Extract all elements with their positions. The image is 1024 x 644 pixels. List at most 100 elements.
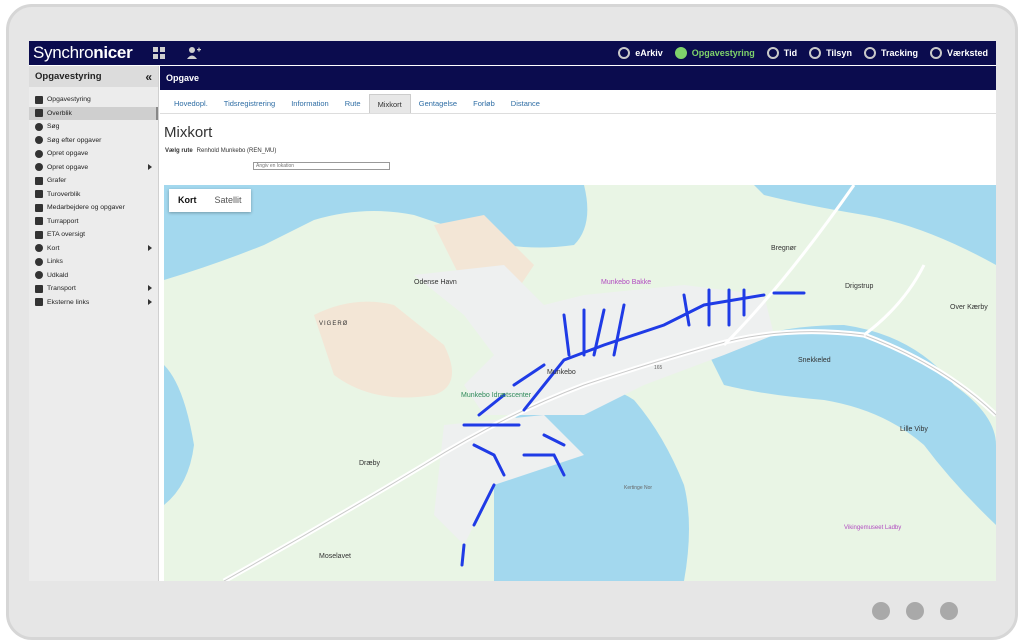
- link-icon: [35, 257, 43, 266]
- task-icon: [674, 47, 687, 59]
- nav-label: Opgavestyring: [691, 48, 755, 58]
- odense-fjord-water: [709, 325, 996, 525]
- nav-opgavestyring[interactable]: Opgavestyring: [674, 47, 755, 59]
- sidebar-item-medarbejdere[interactable]: Medarbejdere og opgaver: [29, 201, 158, 215]
- plus-circle-icon: [35, 149, 43, 158]
- sidebar-item-label: Opgavestyring: [47, 96, 91, 104]
- map-label-vikingemuseet: Vikingemuseet Ladby: [844, 525, 902, 531]
- tab-information[interactable]: Information: [283, 94, 337, 113]
- tab-bar: Hovedopl. Tidsregistrering Information R…: [160, 94, 996, 114]
- chart-icon: [35, 176, 43, 185]
- logo-bold: nicer: [93, 43, 133, 62]
- tab-mixkort[interactable]: Mixkort: [368, 94, 411, 113]
- sitemap-icon: [35, 109, 43, 118]
- chevron-right-icon: [148, 244, 152, 251]
- map-label-road-165: 165: [654, 365, 663, 371]
- map-type-kort[interactable]: Kort: [169, 189, 206, 212]
- location-search-input[interactable]: [253, 162, 390, 170]
- panel-header: Opgave: [160, 66, 996, 90]
- tab-distance[interactable]: Distance: [503, 94, 548, 113]
- dot-icon: [940, 602, 958, 620]
- sidebar-item-label: Turoverblik: [47, 190, 81, 198]
- list-icon: [35, 190, 43, 199]
- top-nav: eArkiv Opgavestyring Tid Tilsyn Tracking…: [618, 41, 988, 65]
- add-user-icon[interactable]: [187, 46, 201, 60]
- sidebar-item-overblik[interactable]: Overblik: [29, 106, 158, 120]
- chevron-right-icon: [148, 163, 152, 170]
- map-label-draeby: Dræby: [359, 460, 381, 467]
- map-label-kertinge-nor: Kertinge Nor: [624, 485, 653, 491]
- clock-icon: [766, 47, 779, 59]
- map-label-vigero: VIGERØ: [319, 321, 349, 327]
- sidebar-item-opret-opgave[interactable]: Opret opgave: [29, 147, 158, 161]
- sidebar-header: Opgavestyring «: [29, 66, 158, 87]
- sidebar-item-links[interactable]: Links: [29, 255, 158, 269]
- collapse-sidebar-icon[interactable]: «: [145, 70, 152, 84]
- map-label-odense-havn: Odense Havn: [414, 279, 457, 286]
- sidebar-item-turrapport[interactable]: Turrapport: [29, 215, 158, 229]
- truck-icon: [35, 284, 43, 293]
- sidebar-item-turoverblik[interactable]: Turoverblik: [29, 188, 158, 202]
- dashboard-icon[interactable]: [152, 46, 166, 60]
- sidebar-item-label: Medarbejdere og opgaver: [47, 204, 125, 212]
- nav-tid[interactable]: Tid: [766, 47, 798, 59]
- sidebar-item-label: Turrapport: [47, 217, 79, 225]
- west-water: [164, 365, 194, 505]
- sidebar-item-label: Eksterne links: [47, 298, 90, 306]
- map-view[interactable]: Kort Satellit Odense Havn Munkebo Bakke …: [164, 185, 996, 581]
- list-icon: [35, 230, 43, 239]
- logo-light: Synchro: [33, 43, 94, 62]
- route-selector[interactable]: Vælg rute Renhold Munkebo (REN_MU): [165, 148, 276, 154]
- logo[interactable]: Synchronicer: [33, 42, 133, 64]
- sidebar-item-transport[interactable]: Transport: [29, 282, 158, 296]
- route-value[interactable]: Renhold Munkebo (REN_MU): [197, 148, 277, 154]
- sidebar-item-sog[interactable]: Søg: [29, 120, 158, 134]
- search-icon: [35, 122, 43, 131]
- chevron-right-icon: [148, 298, 152, 305]
- sidebar-item-label: Overblik: [47, 109, 72, 117]
- sidebar-item-opret-opgave-menu[interactable]: Opret opgave: [29, 161, 158, 175]
- main-panel: Opgave Hovedopl. Tidsregistrering Inform…: [160, 66, 996, 581]
- harbour-area: [314, 301, 452, 398]
- map-marker-icon: [35, 244, 43, 253]
- sidebar-list: Opgavestyring Overblik Søg Søg efter opg…: [29, 87, 158, 309]
- chevron-right-icon: [148, 285, 152, 291]
- nav-label: Tid: [783, 48, 798, 58]
- side-road: [863, 264, 926, 337]
- tab-forlob[interactable]: Forløb: [465, 94, 503, 113]
- tab-rute[interactable]: Rute: [337, 94, 369, 113]
- map-type-satellit[interactable]: Satellit: [206, 189, 251, 212]
- sidebar-item-label: Grafer: [47, 177, 67, 185]
- external-link-icon: [35, 298, 43, 307]
- nav-tracking[interactable]: Tracking: [863, 47, 918, 59]
- tab-tidsregistrering[interactable]: Tidsregistrering: [216, 94, 283, 113]
- nav-label: Tilsyn: [826, 48, 852, 58]
- nav-label: Tracking: [880, 48, 918, 58]
- sidebar-item-label: Søg efter opgaver: [47, 136, 102, 144]
- sidebar-item-opgavestyring[interactable]: Opgavestyring: [29, 93, 158, 107]
- map-label-munkebo-bakke: Munkebo Bakke: [601, 279, 652, 286]
- sidebar-item-sog-efter-opgaver[interactable]: Søg efter opgaver: [29, 134, 158, 148]
- nav-earkiv[interactable]: eArkiv: [618, 47, 663, 59]
- map-label-lille-viby: Lille Viby: [900, 426, 928, 433]
- sidebar-item-eksterne-links[interactable]: Eksterne links: [29, 296, 158, 310]
- search-icon: [35, 136, 43, 145]
- sidebar-title: Opgavestyring: [35, 71, 102, 82]
- map-canvas: [164, 185, 996, 581]
- tab-gentagelse[interactable]: Gentagelse: [411, 94, 465, 113]
- sidebar-item-grafer[interactable]: Grafer: [29, 174, 158, 188]
- sitemap-icon: [35, 95, 43, 104]
- sidebar-item-udkald[interactable]: Udkald: [29, 269, 158, 283]
- nav-vaerksted[interactable]: Værksted: [929, 47, 988, 59]
- map-label-over-kaerby: Over Kærby: [950, 304, 988, 311]
- top-bar: Synchronicer eArkiv Opgavestyring Tid Ti…: [29, 41, 996, 65]
- archive-icon: [618, 47, 631, 59]
- tab-hovedopl[interactable]: Hovedopl.: [166, 94, 216, 113]
- page-title: Mixkort: [164, 124, 213, 141]
- sidebar-item-kort[interactable]: Kort: [29, 242, 158, 256]
- sidebar: Opgavestyring « Opgavestyring Overblik S…: [29, 66, 159, 581]
- sidebar-item-eta-oversigt[interactable]: ETA oversigt: [29, 228, 158, 242]
- map-label-moselavet: Moselavet: [319, 553, 351, 560]
- sidebar-item-label: ETA oversigt: [47, 231, 86, 239]
- nav-tilsyn[interactable]: Tilsyn: [809, 47, 852, 59]
